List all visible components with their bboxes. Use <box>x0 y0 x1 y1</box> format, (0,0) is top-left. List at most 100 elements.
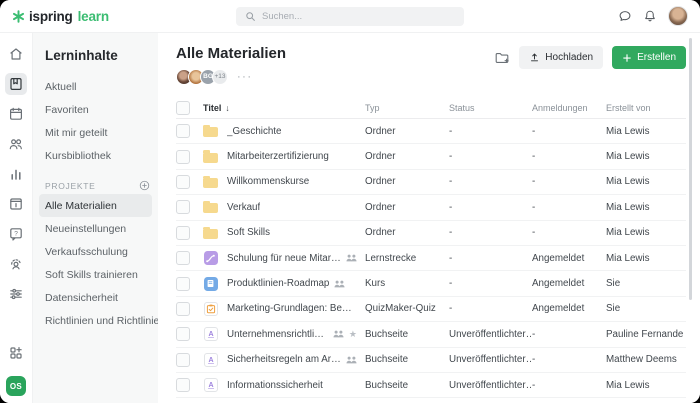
row-checkbox[interactable] <box>176 302 190 316</box>
rail-help-icon[interactable]: ? <box>5 223 27 245</box>
cell-creator: Pauline Fernande <box>606 329 686 340</box>
table-row[interactable]: Schulung für neue MitarbeiterLernstrecke… <box>176 246 686 271</box>
add-project-icon[interactable] <box>139 180 150 191</box>
table-row[interactable]: Marketing-Grundlagen: Bewertung 01QuizMa… <box>176 297 686 322</box>
cell-status: - <box>449 126 532 137</box>
svg-text:?: ? <box>14 230 18 237</box>
sidebar-project-datensicherheit[interactable]: Datensicherheit <box>39 286 152 309</box>
row-checkbox[interactable] <box>176 251 190 265</box>
rail-settings-icon[interactable] <box>5 283 27 305</box>
row-checkbox[interactable] <box>176 277 190 291</box>
new-folder-icon[interactable] <box>494 50 510 66</box>
cell-title[interactable]: Produktlinien-Roadmap <box>227 278 365 289</box>
row-checkbox[interactable] <box>176 378 190 392</box>
logo-text-ispring: ispring <box>29 9 73 24</box>
select-all-checkbox[interactable] <box>176 101 190 115</box>
table-row[interactable]: ABelästigungstraining 2020★BuchseiteVerö… <box>176 398 686 403</box>
cell-creator: Mia Lewis <box>606 151 686 162</box>
table-row[interactable]: VerkaufOrdner--Mia Lewis <box>176 195 686 220</box>
rail-webinars-icon[interactable] <box>5 253 27 275</box>
row-checkbox[interactable] <box>176 150 190 164</box>
cell-type: Buchseite <box>365 380 449 391</box>
sidebar-item-aktuell[interactable]: Aktuell <box>39 75 152 98</box>
notifications-bell-icon[interactable] <box>643 9 657 23</box>
collaborator-count-badge[interactable]: +13 <box>212 69 228 85</box>
cell-enrollments: Angemeldet <box>532 253 606 264</box>
cell-title[interactable]: Unternehmensrichtlinie zur Daten…★ <box>227 329 365 340</box>
rail-apps-icon[interactable] <box>5 342 27 364</box>
search-input[interactable]: Suchen... <box>236 7 464 26</box>
rail-reports-icon[interactable] <box>5 163 27 185</box>
table-row[interactable]: Soft SkillsOrdner--Mia Lewis <box>176 221 686 246</box>
row-checkbox[interactable] <box>176 124 190 138</box>
row-checkbox[interactable] <box>176 175 190 189</box>
more-options-icon[interactable]: ··· <box>237 72 253 82</box>
upload-button[interactable]: Hochladen <box>519 46 603 69</box>
cell-title[interactable]: Sicherheitsregeln am Arbeitsplatz <box>227 354 365 365</box>
sidebar-project-soft-skills-trainieren[interactable]: Soft Skills trainieren <box>39 263 152 286</box>
header-enrollments[interactable]: Anmeldungen <box>532 103 606 113</box>
ispring-learn-logo[interactable]: ispringlearn <box>12 9 109 24</box>
cell-creator: Mia Lewis <box>606 176 686 187</box>
cell-type: Kurs <box>365 278 449 289</box>
table-row[interactable]: WillkommenskurseOrdner--Mia Lewis <box>176 170 686 195</box>
cell-title[interactable]: Mitarbeiterzertifizierung <box>227 151 365 162</box>
cell-title[interactable]: Marketing-Grundlagen: Bewertung 01 <box>227 303 365 314</box>
rail-learning-content-icon[interactable] <box>5 73 27 95</box>
cell-status: - <box>449 176 532 187</box>
rail-kiosk-icon[interactable] <box>5 193 27 215</box>
cell-creator: Mia Lewis <box>606 202 686 213</box>
table-row[interactable]: MitarbeiterzertifizierungOrdner--Mia Lew… <box>176 144 686 169</box>
cell-title[interactable]: Soft Skills <box>227 227 365 238</box>
rail-people-icon[interactable] <box>5 133 27 155</box>
table-header: Titel ↓ Typ Status Anmeldungen Erstellt … <box>176 97 686 119</box>
header-creator[interactable]: Erstellt von <box>606 103 686 113</box>
cell-title[interactable]: Informationssicherheit <box>227 380 365 391</box>
book-page-icon: A <box>204 327 218 341</box>
cell-status: - <box>449 278 532 289</box>
header-title[interactable]: Titel ↓ <box>203 103 365 113</box>
sidebar-item-favoriten[interactable]: Favoriten <box>39 98 152 121</box>
messages-icon[interactable] <box>618 9 632 23</box>
row-checkbox[interactable] <box>176 327 190 341</box>
cell-status: Unveröffentlichter… <box>449 354 532 365</box>
search-placeholder: Suchen... <box>262 11 302 22</box>
table-row[interactable]: _GeschichteOrdner--Mia Lewis <box>176 119 686 144</box>
top-bar: ispringlearn Suchen... <box>0 0 700 33</box>
cell-type: Lernstrecke <box>365 253 449 264</box>
cell-title[interactable]: _Geschichte <box>227 126 365 137</box>
svg-text:A: A <box>208 382 213 389</box>
sidebar-item-kursbibliothek[interactable]: Kursbibliothek <box>39 144 152 167</box>
projects-section-label: PROJEKTE <box>45 181 95 191</box>
create-button[interactable]: Erstellen <box>612 46 686 69</box>
row-checkbox[interactable] <box>176 226 190 240</box>
header-type[interactable]: Typ <box>365 103 449 113</box>
cell-title[interactable]: Verkauf <box>227 202 365 213</box>
row-checkbox[interactable] <box>176 353 190 367</box>
sidebar-project-alle-materialien[interactable]: Alle Materialien <box>39 194 152 217</box>
header-status[interactable]: Status <box>449 103 532 113</box>
sidebar-project-verkaufsschulung[interactable]: Verkaufsschulung <box>39 240 152 263</box>
logo-mark-icon <box>12 10 25 23</box>
table-row[interactable]: AUnternehmensrichtlinie zur Daten…★Buchs… <box>176 322 686 347</box>
table-row[interactable]: Produktlinien-RoadmapKurs-AngemeldetSie <box>176 271 686 296</box>
cell-title[interactable]: Willkommenskurse <box>227 176 365 187</box>
sidebar-project-richtlinien-und-richtlinien[interactable]: Richtlinien und Richtlinien <box>39 309 152 332</box>
rail-home-icon[interactable] <box>5 43 27 65</box>
sidebar-item-mit-mir-geteilt[interactable]: Mit mir geteilt <box>39 121 152 144</box>
rail-calendar-icon[interactable] <box>5 103 27 125</box>
user-avatar[interactable] <box>668 6 688 26</box>
row-checkbox[interactable] <box>176 200 190 214</box>
sidebar-project-neueinstellungen[interactable]: Neueinstellungen <box>39 217 152 240</box>
table-row[interactable]: ASicherheitsregeln am ArbeitsplatzBuchse… <box>176 348 686 373</box>
projects-section-header: PROJEKTE <box>45 180 150 191</box>
sidebar: Lerninhalte AktuellFavoritenMit mir gete… <box>33 33 158 403</box>
quiz-icon <box>204 302 218 316</box>
vertical-scrollbar[interactable] <box>689 38 692 300</box>
cell-title[interactable]: Schulung für neue Mitarbeiter <box>227 253 365 264</box>
table-row[interactable]: AInformationssicherheitBuchseiteUnveröff… <box>176 373 686 398</box>
cell-enrollments: - <box>532 176 606 187</box>
cell-status: - <box>449 151 532 162</box>
avatar-stack[interactable]: BG+13 <box>176 69 224 85</box>
cell-status: - <box>449 202 532 213</box>
